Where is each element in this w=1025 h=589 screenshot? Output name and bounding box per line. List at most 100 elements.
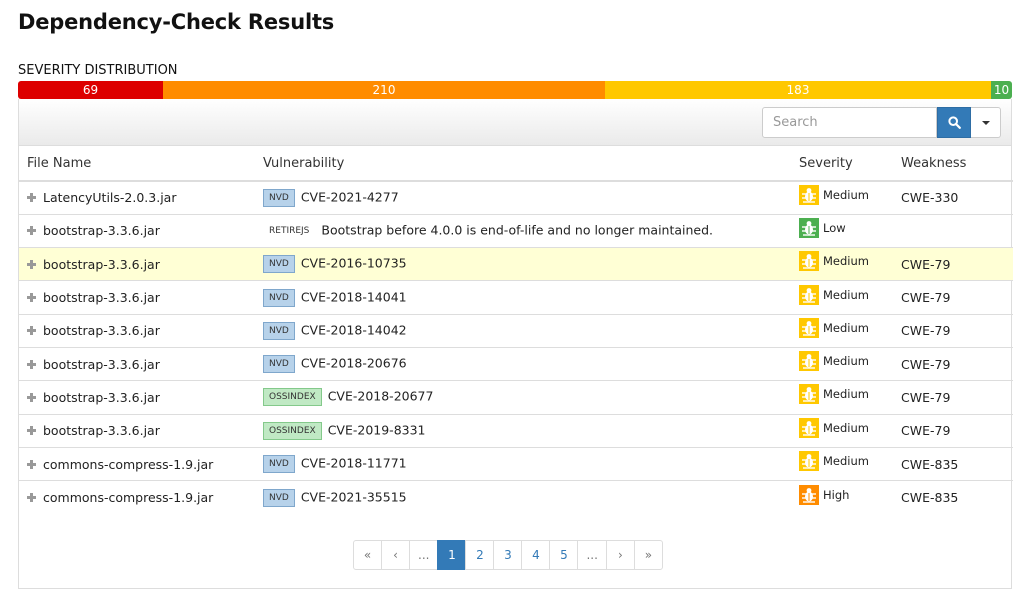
weakness-cell: CWE-79 [893,247,1013,281]
expand-plus-icon[interactable] [27,493,36,503]
source-badge: NVD [263,355,295,374]
pagination-control[interactable]: ... [577,540,607,570]
pagination-control[interactable]: » [633,540,663,570]
table-row[interactable]: LatencyUtils-2.0.3.jar NVD CVE-2021-4277 Me… [19,180,1013,215]
weakness-cell: CWE-79 [893,280,1013,315]
file-name: commons-compress-1.9.jar [43,456,214,472]
severity-segment-critical[interactable]: 69 [18,81,163,99]
expand-plus-icon[interactable] [27,259,36,269]
bug-icon [799,417,819,438]
weakness-id[interactable]: CWE-835 [901,457,958,472]
weakness-id[interactable]: CWE-835 [901,490,958,505]
file-name-cell[interactable]: LatencyUtils-2.0.3.jar [19,180,255,215]
severity-text: Low [823,220,846,235]
file-name: commons-compress-1.9.jar [43,490,214,506]
severity-segment-low[interactable]: 10 [991,81,1012,99]
source-badge: RETIREJS [269,225,310,236]
severity-segment-medium[interactable]: 183 [605,81,991,99]
vulnerability-id[interactable]: CVE-2021-35515 [301,489,407,504]
search-button[interactable] [937,107,971,138]
vulnerability-cell: NVD CVE-2021-4277 [255,180,791,215]
table-row[interactable]: commons-compress-1.9.jar NVD CVE-2021-3551… [19,480,1013,514]
bug-icon [799,351,819,372]
vulnerability-id[interactable]: CVE-2018-20677 [328,389,434,404]
vulnerability-cell: NVD CVE-2021-35515 [255,480,791,514]
expand-plus-icon[interactable] [27,293,36,303]
source-badge: NVD [263,288,295,307]
vulnerability-id[interactable]: CVE-2018-14042 [301,322,407,337]
expand-plus-icon[interactable] [27,326,36,336]
severity-distribution-bar: 69 210 183 10 [18,81,1012,99]
page-5-button[interactable]: 5 [549,540,579,570]
weakness-id[interactable]: CWE-79 [901,423,950,438]
expand-plus-icon[interactable] [27,392,36,402]
pagination-control[interactable]: ‹ [381,540,410,570]
expand-plus-icon[interactable] [27,359,36,369]
table-row[interactable]: bootstrap-3.3.6.jar NVD CVE-2018-20676 Medi… [19,346,1013,381]
expand-plus-icon[interactable] [27,426,36,436]
file-name-cell[interactable]: bootstrap-3.3.6.jar [19,380,255,415]
vulnerability-id[interactable]: CVE-2018-20676 [301,356,407,371]
search-options-dropdown[interactable] [971,107,1001,138]
source-badge: OSSINDEX [263,421,322,440]
page-2-button[interactable]: 2 [465,540,495,570]
weakness-id[interactable]: CWE-79 [901,290,950,305]
column-header-vulnerability[interactable]: Vulnerability [255,146,791,182]
file-name-cell[interactable]: bootstrap-3.3.6.jar [19,280,255,315]
weakness-id[interactable]: CWE-79 [901,257,950,272]
weakness-id[interactable]: CWE-330 [901,190,958,205]
expand-plus-icon[interactable] [27,193,36,203]
table-row[interactable]: bootstrap-3.3.6.jar NVD CVE-2018-14041 Medi… [19,280,1013,315]
table-row[interactable]: bootstrap-3.3.6.jar OSSINDEX CVE-2018-2067… [19,380,1013,415]
weakness-cell: CWE-79 [893,413,1013,448]
page-1-button[interactable]: 1 [437,540,467,570]
file-name-cell[interactable]: commons-compress-1.9.jar [19,446,255,481]
table-row[interactable]: commons-compress-1.9.jar NVD CVE-2018-1177… [19,446,1013,481]
pagination-control[interactable]: › [605,540,635,570]
file-name-cell[interactable]: bootstrap-3.3.6.jar [19,413,255,448]
severity-segment-high[interactable]: 210 [163,81,605,99]
vulnerability-id[interactable]: CVE-2016-10735 [301,256,407,271]
search-input[interactable] [762,107,937,138]
file-name-cell[interactable]: bootstrap-3.3.6.jar [19,346,255,381]
vulnerability-id[interactable]: CVE-2021-4277 [301,189,399,204]
file-name-cell[interactable]: bootstrap-3.3.6.jar [19,247,255,281]
pagination-control[interactable]: « [353,540,382,570]
severity-cell: Medium [791,413,893,448]
file-name-cell[interactable]: commons-compress-1.9.jar [19,480,255,514]
file-name-cell[interactable]: bootstrap-3.3.6.jar [19,213,255,248]
weakness-cell: CWE-79 [893,346,1013,381]
table-row[interactable]: bootstrap-3.3.6.jar NVD CVE-2016-10735 Medi… [19,247,1013,281]
vulnerability-cell: OSSINDEX CVE-2019-8331 [255,413,791,448]
vulnerability-id[interactable]: CVE-2018-11771 [301,456,407,471]
table-row[interactable]: bootstrap-3.3.6.jar NVD CVE-2018-14042 Medi… [19,313,1013,348]
page-4-button[interactable]: 4 [521,540,551,570]
file-name-cell[interactable]: bootstrap-3.3.6.jar [19,313,255,348]
weakness-cell: CWE-835 [893,446,1013,481]
severity-cell: Medium [791,380,893,415]
column-header-severity[interactable]: Severity [791,146,893,182]
vulnerability-cell: RETIREJS Bootstrap before 4.0.0 is end-of… [255,213,791,248]
pagination-control[interactable]: ... [409,540,439,570]
column-header-file-name[interactable]: File Name [19,146,255,182]
weakness-id[interactable]: CWE-79 [901,390,950,405]
vulnerability-cell: NVD CVE-2018-11771 [255,446,791,481]
vulnerability-cell: OSSINDEX CVE-2018-20677 [255,380,791,415]
vulnerability-id[interactable]: Bootstrap before 4.0.0 is end-of-life an… [321,222,713,237]
severity-text: Medium [823,287,869,302]
table-row[interactable]: bootstrap-3.3.6.jar RETIREJS Bootstrap bef… [19,213,1013,248]
weakness-id[interactable]: CWE-79 [901,357,950,372]
page-3-button[interactable]: 3 [493,540,523,570]
file-name: bootstrap-3.3.6.jar [43,290,160,306]
vulnerability-id[interactable]: CVE-2019-8331 [328,422,426,437]
column-header-weakness[interactable]: Weakness [893,146,1013,182]
source-badge: NVD [263,321,295,340]
results-panel: File Name Vulnerability Severity Weaknes… [18,99,1013,589]
weakness-cell: CWE-330 [893,180,1013,215]
expand-plus-icon[interactable] [27,226,36,236]
table-row[interactable]: bootstrap-3.3.6.jar OSSINDEX CVE-2019-8331… [19,413,1013,448]
weakness-id[interactable]: CWE-79 [901,323,950,338]
severity-text: Medium [823,454,869,469]
expand-plus-icon[interactable] [27,459,36,469]
vulnerability-id[interactable]: CVE-2018-14041 [301,289,407,304]
